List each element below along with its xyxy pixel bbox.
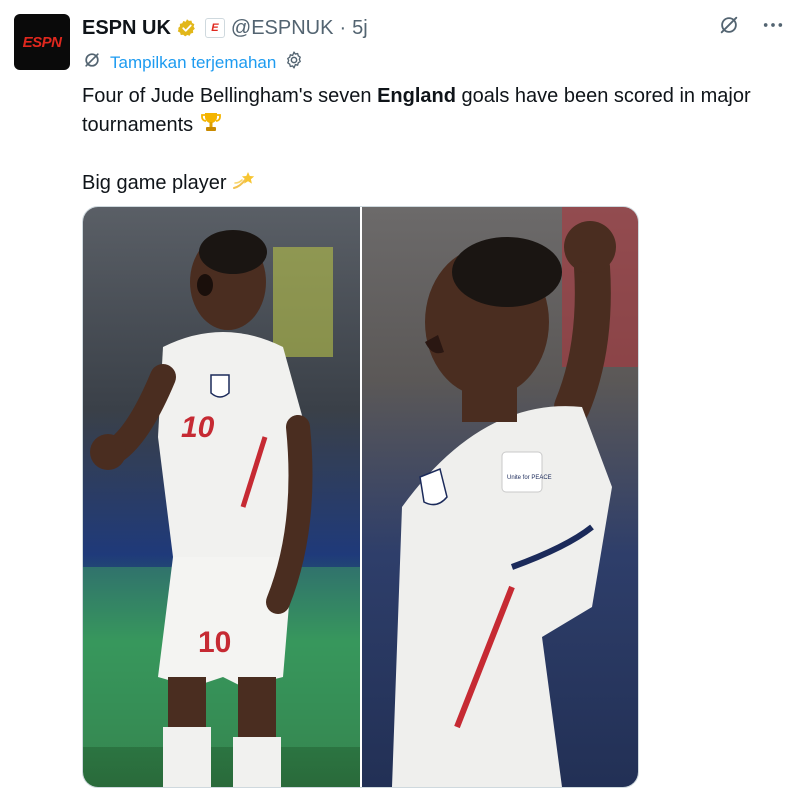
photo-right[interactable]: Unite for PEACE [361,207,639,787]
translate-link[interactable]: Tampilkan terjemahan [110,53,276,73]
more-icon[interactable] [760,12,786,38]
tweet-timestamp[interactable]: 5j [352,17,368,40]
account-name[interactable]: ESPN UK [82,17,171,40]
separator-dot: · [339,16,347,39]
avatar[interactable]: ESPN [14,14,70,70]
tweet-line-2: Big game player [82,168,782,200]
peace-badge-text: Unite for PEACE [507,475,552,481]
tweet-media[interactable]: 10 10 Unite for PEACE [82,206,639,788]
account-handle[interactable]: @ESPNUK [231,17,334,40]
grok-icon[interactable] [716,12,742,38]
tweet-text-part: Four of Jude Bellingham's seven [82,85,378,107]
shorts-number-left: 10 [198,626,231,659]
tweet-text-bold: England [377,85,456,107]
affiliate-badge[interactable]: E [204,18,225,38]
avatar-logo: ESPN [22,33,62,51]
top-actions [716,12,786,38]
translate-icon [82,50,102,75]
translate-row: Tampilkan terjemahan [82,50,304,75]
tweet-text: Four of Jude Bellingham's seven England … [82,82,782,200]
verified-badge-icon[interactable] [177,18,197,38]
trophy-emoji [199,110,223,142]
affiliate-badge-label: E [211,22,219,34]
tweet-line-1: Four of Jude Bellingham's seven England … [82,82,782,142]
tweet-text-part: Big game player [82,172,227,194]
dizzy-star-emoji [232,168,258,200]
gear-icon[interactable] [284,50,304,75]
shirt-number-left: 10 [181,411,215,444]
photo-left[interactable]: 10 10 [83,207,360,787]
tweet-header: ESPN UK E @ESPNUK · 5j [82,14,368,42]
